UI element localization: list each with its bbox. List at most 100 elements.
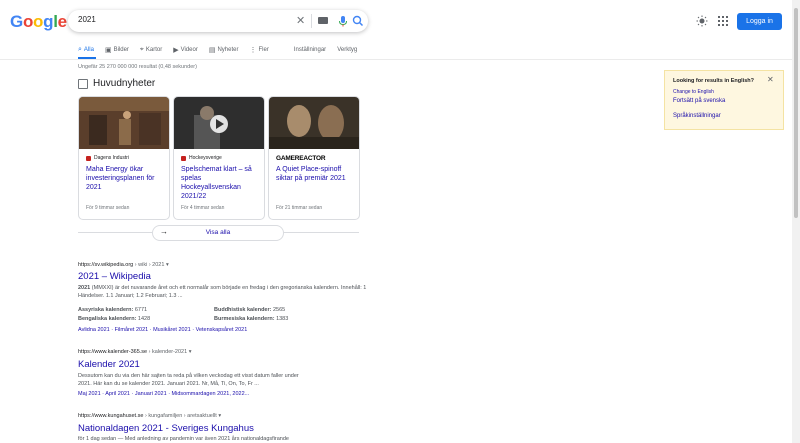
close-icon[interactable]: ✕ bbox=[767, 75, 774, 84]
fact-value: 1428 bbox=[137, 316, 151, 322]
search-icon: ⌕ bbox=[78, 46, 82, 53]
result-snippet: för 1 dag sedan — Med anledning av pande… bbox=[78, 436, 289, 442]
search-box[interactable]: 2021 ✕ bbox=[68, 10, 368, 32]
continue-swedish-link[interactable]: Fortsätt på svenska bbox=[673, 98, 725, 104]
logo-letter: g bbox=[43, 12, 54, 31]
fact-value: 1383 bbox=[276, 316, 289, 322]
news-icon bbox=[78, 78, 88, 89]
news-icon: ▤ bbox=[208, 47, 216, 54]
clear-icon[interactable]: ✕ bbox=[296, 14, 305, 27]
news-thumbnail bbox=[269, 97, 359, 149]
news-source: GAMEREACTOR bbox=[276, 155, 326, 162]
chevron-down-icon[interactable]: ▾ bbox=[218, 413, 221, 419]
divider bbox=[78, 232, 152, 233]
tab-label: Inställningar bbox=[293, 47, 327, 53]
show-all-label: Visa alla bbox=[205, 229, 231, 236]
scrollbar-thumb[interactable] bbox=[794, 8, 798, 218]
chevron-down-icon[interactable]: ▾ bbox=[166, 262, 169, 268]
tab-fler[interactable]: ⋮ Fler bbox=[249, 46, 268, 54]
news-card[interactable]: Dagens Industri Maha Energy ökar investe… bbox=[78, 96, 170, 220]
tab-nyheter[interactable]: ▤ Nyheter bbox=[209, 46, 239, 54]
language-settings-link[interactable]: Språkinställningar bbox=[673, 113, 721, 119]
tab-kartor[interactable]: ⌖ Kartor bbox=[140, 46, 162, 54]
sitelinks[interactable]: Maj 2021 · April 2021 · Januari 2021 · M… bbox=[78, 391, 249, 397]
news-title[interactable]: A Quiet Place-spinoff siktar på premiär … bbox=[276, 165, 354, 183]
login-button[interactable]: Logga in bbox=[737, 13, 782, 30]
result-stats: Ungefär 25 270 000 000 resultat (0,48 se… bbox=[78, 64, 197, 70]
news-title[interactable]: Maha Energy ökar investeringsplanen för … bbox=[86, 165, 164, 192]
tab-label: Nyheter bbox=[217, 47, 239, 53]
sitelinks[interactable]: Avlidna 2021 · Filmåret 2021 · Musikåret… bbox=[78, 327, 247, 333]
fact-key: Assyriska kalendern: bbox=[78, 307, 134, 313]
source-name: Dagens Industri bbox=[94, 155, 130, 161]
snippet-bold: 2021 bbox=[78, 285, 91, 291]
panel-question: Looking for results in English? bbox=[673, 78, 754, 84]
news-thumbnail bbox=[79, 97, 169, 149]
google-logo[interactable]: Google bbox=[10, 12, 67, 32]
language-suggestion-panel: Looking for results in English? ✕ Change… bbox=[664, 70, 784, 130]
video-icon: ▶ bbox=[173, 47, 179, 54]
map-pin-icon: ⌖ bbox=[139, 46, 144, 53]
apps-grid-icon[interactable] bbox=[718, 16, 728, 26]
fact-key: Buddhistisk kalender: bbox=[214, 307, 272, 313]
tab-label: Bilder bbox=[113, 47, 129, 53]
news-thumbnail bbox=[174, 97, 264, 149]
source-name: Hockeysverige bbox=[189, 155, 222, 161]
result-title[interactable]: Kalender 2021 bbox=[78, 359, 140, 370]
show-all-button[interactable]: → Visa alla bbox=[152, 225, 284, 241]
result-domain: https://www.kalender-365.se bbox=[78, 349, 148, 355]
result-snippet: 2021 (MMXXI) är det nuvarande året och e… bbox=[78, 284, 368, 300]
tab-label: Kartor bbox=[145, 47, 163, 53]
result-url[interactable]: https://sv.wikipedia.org › wiki › 2021 ▾ bbox=[78, 262, 169, 268]
top-stories-heading: Huvudnyheter bbox=[78, 78, 155, 89]
snippet-line: Dessutom kan du via den här sajten ta re… bbox=[78, 373, 299, 379]
more-icon: ⋮ bbox=[249, 47, 257, 54]
snippet-text: (MMXXI) är det nuvarande året och ett no… bbox=[78, 285, 367, 299]
search-icon[interactable] bbox=[351, 14, 365, 28]
keyboard-icon[interactable] bbox=[318, 17, 328, 24]
tab-tools[interactable]: Verktyg bbox=[337, 47, 357, 53]
result-crumb: › wiki › 2021 bbox=[133, 262, 165, 268]
image-icon: ▣ bbox=[104, 47, 112, 54]
search-divider bbox=[311, 14, 312, 28]
tab-bilder[interactable]: ▣ Bilder bbox=[105, 46, 129, 54]
result-title[interactable]: Nationaldagen 2021 - Sveriges Kungahus bbox=[78, 423, 254, 434]
theme-sun-icon[interactable] bbox=[696, 15, 708, 27]
fact-value: 6771 bbox=[134, 307, 148, 313]
fact-key: Bengaliska kalendern: bbox=[78, 316, 137, 322]
chevron-down-icon[interactable]: ▾ bbox=[189, 349, 192, 355]
tab-label: Videor bbox=[180, 47, 198, 53]
search-tabs: ⌕ Alla ▣ Bilder ⌖ Kartor ▶ Videor ▤ Nyheter ⋮… bbox=[78, 44, 357, 56]
result-title[interactable]: 2021 – Wikipedia bbox=[78, 271, 151, 282]
snippet-line: 2021. Här kan du se kalender 2021. Janua… bbox=[78, 381, 259, 387]
logo-letter: o bbox=[22, 12, 34, 31]
tab-videor[interactable]: ▶ Videor bbox=[173, 46, 198, 54]
result-url[interactable]: https://www.kungahuset.se › kungafamilje… bbox=[78, 413, 221, 419]
fact-key: Burmesiska kalendern: bbox=[214, 316, 275, 322]
result-url[interactable]: https://www.kalender-365.se › kalender-2… bbox=[78, 349, 191, 355]
search-input[interactable]: 2021 bbox=[78, 15, 96, 24]
news-time: För 21 timmar sedan bbox=[276, 205, 323, 211]
news-title[interactable]: Spelschemat klart – så spelas Hockeyalls… bbox=[181, 165, 259, 201]
news-card[interactable]: GAMEREACTOR A Quiet Place-spinoff siktar… bbox=[268, 96, 360, 220]
logo-letter: G bbox=[10, 12, 23, 31]
tab-label: Alla bbox=[83, 47, 94, 53]
news-time: För 4 timmar sedan bbox=[181, 205, 225, 211]
tab-label: Fler bbox=[258, 47, 269, 53]
favicon-icon bbox=[86, 155, 91, 161]
favicon-icon bbox=[181, 155, 186, 161]
logo-letter: e bbox=[57, 12, 67, 31]
result-domain: https://www.kungahuset.se bbox=[78, 413, 144, 419]
result-crumb: › kalender-2021 bbox=[147, 349, 188, 355]
mic-icon[interactable] bbox=[336, 14, 350, 28]
result-domain: https://sv.wikipedia.org bbox=[78, 262, 134, 268]
news-source: Hockeysverige bbox=[181, 155, 222, 161]
tab-alla[interactable]: ⌕ Alla bbox=[78, 46, 94, 54]
source-name: GAMEREACTOR bbox=[276, 155, 326, 162]
change-language-link[interactable]: Change to English bbox=[673, 89, 714, 95]
header-divider bbox=[0, 59, 800, 60]
tab-settings[interactable]: Inställningar bbox=[294, 47, 326, 53]
logo-letter: o bbox=[33, 12, 44, 31]
top-stories-title: Huvudnyheter bbox=[93, 78, 156, 89]
news-card[interactable]: Hockeysverige Spelschemat klart – så spe… bbox=[173, 96, 265, 220]
